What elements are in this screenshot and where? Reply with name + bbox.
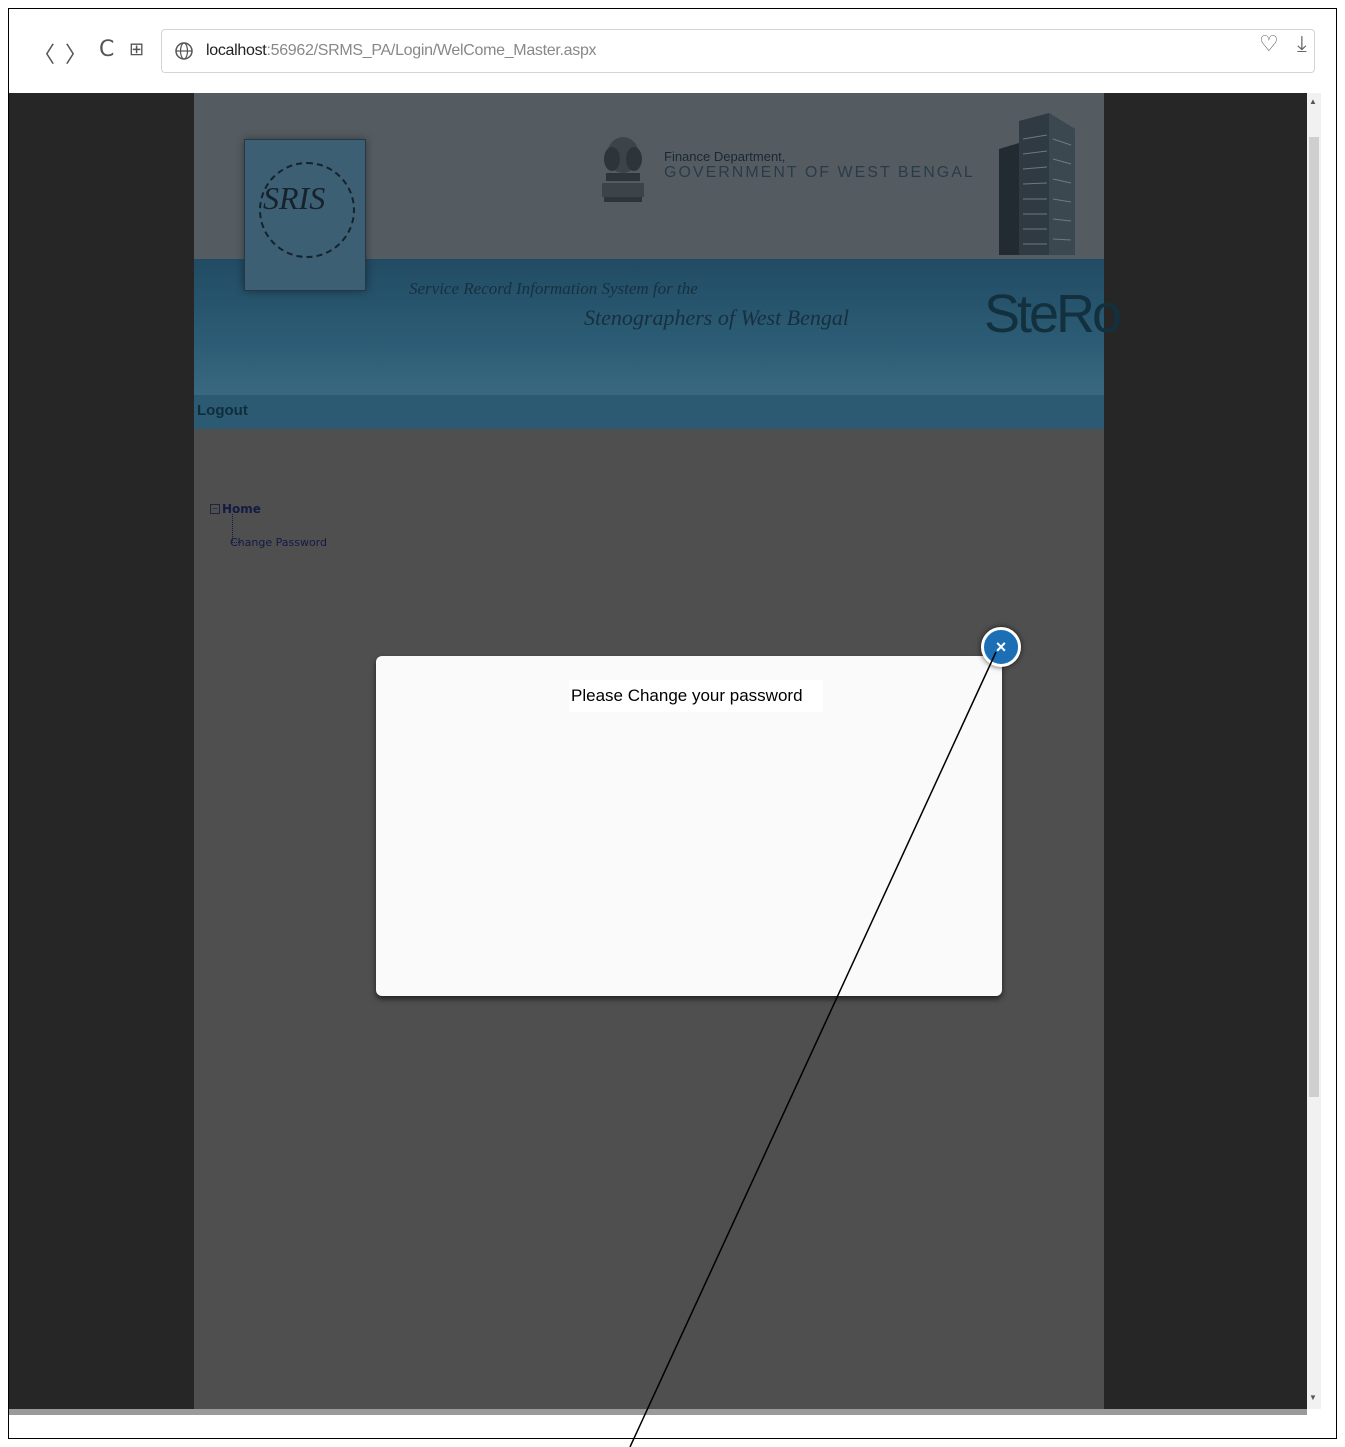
logo-text: SRIS — [263, 180, 326, 216]
tagline-line2: Stenographers of West Bengal — [584, 305, 849, 330]
collapse-icon[interactable]: − — [210, 503, 220, 514]
state-emblem-icon — [602, 137, 644, 202]
globe-icon — [175, 42, 193, 60]
url-text[interactable]: localhost:56962/SRMS_PA/Login/WelCome_Ma… — [206, 42, 597, 60]
alert-modal: Please Change your password — [376, 656, 1002, 996]
forward-icon[interactable]: 〉 — [65, 37, 87, 69]
brand-logo: SteRo — [984, 284, 1122, 344]
tree-home-label[interactable]: Home — [222, 502, 261, 516]
grid-icon[interactable]: ⊞ — [129, 39, 144, 60]
url-path: :56962/SRMS_PA/Login/WelCome_Master.aspx — [266, 42, 597, 59]
close-icon[interactable]: × — [981, 627, 1021, 667]
tagline-line1: Service Record Information System for th… — [409, 279, 698, 298]
dept-line2: GOVERNMENT OF WEST BENGAL — [664, 164, 975, 181]
menu-bar: Logout — [194, 395, 1104, 429]
reload-icon[interactable]: C — [99, 37, 114, 62]
back-icon[interactable]: 〈 — [33, 37, 55, 69]
department-title: Finance Department, GOVERNMENT OF WEST B… — [664, 149, 975, 182]
download-icon[interactable]: ⤓ — [1297, 31, 1307, 57]
bottom-strip — [9, 1409, 1307, 1415]
modal-message: Please Change your password — [569, 680, 823, 712]
scrollbar-thumb[interactable] — [1309, 137, 1319, 1097]
dept-line1: Finance Department, — [664, 149, 786, 164]
address-bar[interactable]: localhost:56962/SRMS_PA/Login/WelCome_Ma… — [161, 29, 1315, 73]
building-icon — [999, 113, 1075, 255]
nav-tree: − Home Change Password — [210, 498, 327, 549]
url-host: localhost — [206, 42, 267, 59]
scroll-up-icon[interactable]: ▲ — [1309, 97, 1317, 106]
srms-logo: SRIS — [244, 139, 366, 291]
scroll-down-icon[interactable]: ▼ — [1309, 1393, 1317, 1402]
page-viewport: SRIS Finance Department, GOVERNMENT OF W… — [9, 93, 1307, 1409]
tree-node-change-password[interactable]: Change Password — [230, 536, 327, 549]
vertical-scrollbar[interactable]: ▲ ▼ — [1307, 93, 1321, 1409]
logout-link[interactable]: Logout — [197, 402, 248, 419]
heart-icon[interactable]: ♡ — [1259, 31, 1279, 57]
screenshot-frame: 〈 〉 C ⊞ localhost:56962/SRMS_PA/Login/We… — [8, 8, 1337, 1439]
browser-toolbar: 〈 〉 C ⊞ localhost:56962/SRMS_PA/Login/We… — [9, 9, 1336, 93]
